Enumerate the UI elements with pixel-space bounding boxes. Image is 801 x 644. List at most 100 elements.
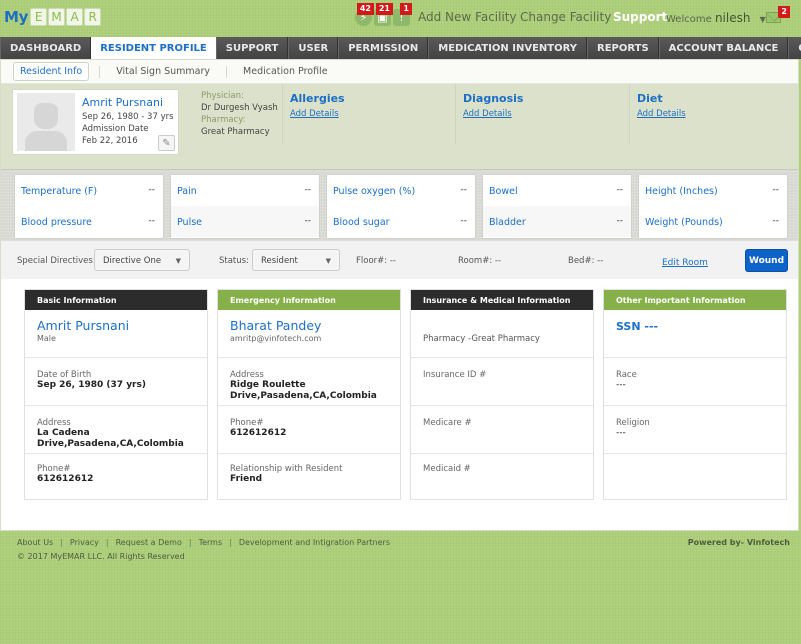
- add-facility-link[interactable]: Add New Facility: [418, 10, 517, 24]
- insurance-id-label: Insurance ID #: [423, 370, 487, 380]
- copyright: © 2017 MyEMAR LLC. All Rights Reserved: [17, 552, 185, 561]
- info-cell: Phone# 612612612: [218, 406, 400, 454]
- basic-name: Amrit Pursnani: [37, 318, 130, 333]
- basic-info-header: Basic Information: [25, 290, 207, 310]
- info-cell: Insurance ID #: [411, 358, 593, 406]
- nav-support[interactable]: SUPPORT: [215, 37, 289, 59]
- special-directives-label: Special Directives:: [17, 256, 96, 266]
- allergies-section: Allergies Add Details: [282, 84, 455, 144]
- insurance-pharmacy: Pharmacy -Great Pharmacy: [423, 334, 540, 344]
- vital-label: Pulse: [177, 217, 203, 228]
- info-cell: Bharat Pandey amritp@vinfotech.com: [218, 310, 400, 358]
- vital-pulse-oxygen[interactable]: Pulse oxygen (%) --: [327, 175, 475, 206]
- wound-button[interactable]: Wound: [745, 249, 788, 272]
- vital-value: --: [616, 185, 624, 195]
- info-cell: Religion ---: [604, 406, 786, 454]
- info-cell: [604, 454, 786, 502]
- admission-date: Feb 22, 2016: [82, 136, 138, 146]
- vital-value: --: [772, 185, 780, 195]
- footer-terms-link[interactable]: Terms: [199, 538, 223, 547]
- vital-label: Pain: [177, 186, 197, 197]
- vital-height[interactable]: Height (Inches) --: [639, 175, 787, 206]
- powered-by[interactable]: Powered by- Vinfotech: [688, 538, 790, 547]
- nav-permission[interactable]: PERMISSION: [338, 37, 429, 59]
- nav-account-balance[interactable]: ACCOUNT BALANCE: [658, 37, 789, 59]
- physician-name: Dr Durgesh Vyash: [201, 103, 278, 113]
- emergency-name: Bharat Pandey: [230, 318, 322, 333]
- nav-other[interactable]: OTHER: [788, 37, 801, 59]
- subtab-resident-info[interactable]: Resident Info: [13, 62, 90, 81]
- subtab-vital-sign-summary[interactable]: Vital Sign Summary: [110, 63, 216, 80]
- divider: |: [229, 538, 232, 547]
- footer-about-us-link[interactable]: About Us: [17, 538, 53, 547]
- relationship-value: Friend: [230, 474, 263, 484]
- content-panel: Resident Info Vital Sign Summary Medicat…: [0, 59, 799, 531]
- footer-partners-link[interactable]: Development and Intigration Partners: [239, 538, 390, 547]
- alert-doc-icon[interactable]: ! 1: [393, 3, 412, 26]
- vital-value: --: [616, 216, 624, 226]
- vital-pulse[interactable]: Pulse --: [171, 206, 319, 237]
- vital-value: --: [148, 216, 156, 226]
- vital-label: Height (Inches): [645, 186, 718, 197]
- relationship-label: Relationship with Resident: [230, 464, 343, 474]
- footer-request-demo-link[interactable]: Request a Demo: [116, 538, 182, 547]
- address-line-2: Drive,Pasadena,CA,Colombia: [37, 439, 184, 449]
- nav-dashboard[interactable]: DASHBOARD: [0, 37, 92, 59]
- vital-bladder[interactable]: Bladder --: [483, 206, 631, 237]
- diagnosis-add-details-link[interactable]: Add Details: [463, 109, 629, 119]
- nav-resident-profile[interactable]: RESIDENT PROFILE: [91, 37, 216, 59]
- allergies-add-details-link[interactable]: Add Details: [290, 109, 455, 119]
- vital-label: Bladder: [489, 217, 526, 228]
- dob-label: Date of Birth: [37, 370, 92, 380]
- subtab-medication-profile[interactable]: Medication Profile: [237, 63, 334, 80]
- user-menu[interactable]: Welcome nilesh ▼: [666, 11, 766, 25]
- nav-medication-inventory[interactable]: MEDICATION INVENTORY: [428, 37, 588, 59]
- vital-blood-pressure[interactable]: Blood pressure --: [15, 206, 163, 237]
- emergency-info-header: Emergency Information: [218, 290, 400, 310]
- other-info-header: Other Important Information: [604, 290, 786, 310]
- info-cell: Date of Birth Sep 26, 1980 (37 yrs): [25, 358, 207, 406]
- profile-summary: Amrit Pursnani Sep 26, 1980 - 37 yrs Adm…: [1, 84, 798, 169]
- logo-prefix: My: [4, 8, 29, 26]
- address-line-2: Drive,Pasadena,CA,Colombia: [230, 391, 377, 401]
- emergency-email: amritp@vinfotech.com: [230, 334, 322, 343]
- vital-weight[interactable]: Weight (Pounds) --: [639, 206, 787, 237]
- change-facility-link[interactable]: Change Facility: [520, 10, 611, 24]
- special-directives-select[interactable]: Directive One ▼: [94, 249, 190, 271]
- divider: |: [60, 538, 63, 547]
- logo-letter: E: [30, 8, 48, 26]
- activity-icon[interactable]: ⚡ 42: [355, 3, 374, 26]
- directives-bar: Special Directives: Directive One ▼ Stat…: [1, 241, 798, 279]
- nav-user[interactable]: USER: [288, 37, 339, 59]
- username: nilesh: [714, 11, 751, 25]
- pharmacy-label: Pharmacy:: [201, 115, 246, 125]
- vital-card: Pulse oxygen (%) -- Blood sugar --: [327, 175, 475, 238]
- vital-pain[interactable]: Pain --: [171, 175, 319, 206]
- pencil-icon: ✎: [162, 137, 171, 149]
- edit-profile-button[interactable]: ✎: [158, 135, 175, 151]
- vitals-strip: Temperature (F) -- Blood pressure -- Pain -…: [1, 169, 798, 241]
- status-select[interactable]: Resident ▼: [252, 249, 340, 271]
- box-icon[interactable]: ▣ 21: [374, 3, 393, 26]
- resident-card: Amrit Pursnani Sep 26, 1980 - 37 yrs Adm…: [13, 90, 178, 154]
- nav-reports[interactable]: REPORTS: [587, 37, 659, 59]
- footer-privacy-link[interactable]: Privacy: [70, 538, 99, 547]
- logo[interactable]: My E M A R: [4, 8, 102, 26]
- main-nav: DASHBOARD RESIDENT PROFILE SUPPORT USER …: [0, 37, 801, 59]
- avatar-head: [34, 103, 58, 129]
- vital-value: --: [772, 216, 780, 226]
- room-info: Room#: --: [458, 256, 502, 266]
- vital-temperature[interactable]: Temperature (F) --: [15, 175, 163, 206]
- edit-room-link[interactable]: Edit Room: [662, 258, 708, 268]
- medicaid-label: Medicaid #: [423, 464, 471, 474]
- diagnosis-section: Diagnosis Add Details: [455, 84, 629, 144]
- support-link[interactable]: Support: [613, 10, 667, 24]
- diet-add-details-link[interactable]: Add Details: [637, 109, 798, 119]
- logo-letter: A: [66, 8, 84, 26]
- ssn-value: SSN ---: [616, 320, 659, 333]
- vital-bowel[interactable]: Bowel --: [483, 175, 631, 206]
- vital-value: --: [148, 185, 156, 195]
- mail-icon[interactable]: 2: [766, 6, 790, 23]
- diagnosis-title: Diagnosis: [463, 92, 524, 105]
- vital-blood-sugar[interactable]: Blood sugar --: [327, 206, 475, 237]
